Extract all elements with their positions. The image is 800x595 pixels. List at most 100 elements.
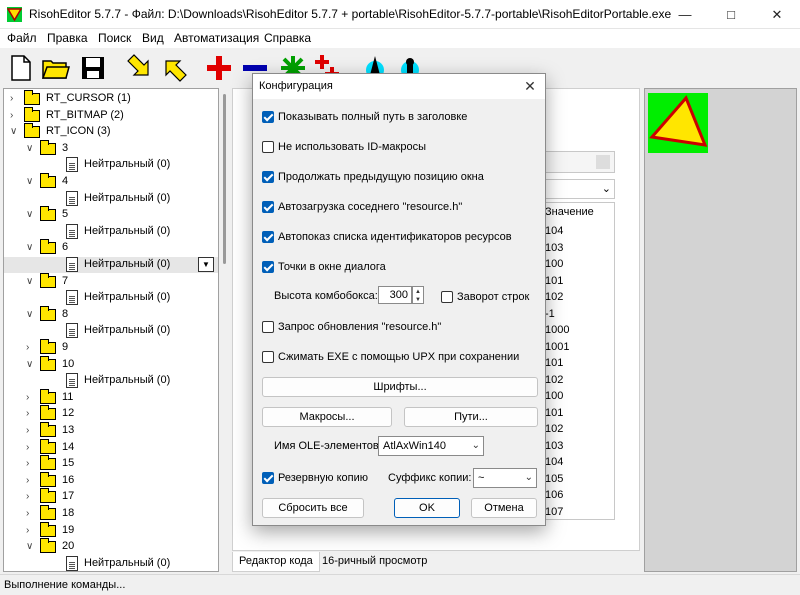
tree-item-folder[interactable]: ∨ 7: [4, 272, 218, 290]
tree-item-folder[interactable]: ∨ 4: [4, 173, 218, 190]
chevron-down-icon[interactable]: ∨: [26, 359, 36, 370]
combo-height-input[interactable]: 300: [378, 286, 412, 304]
tab-hex-view[interactable]: 16-ричный просмотр: [316, 552, 433, 572]
chevron-down-icon[interactable]: ∨: [26, 143, 36, 154]
chevron-right-icon[interactable]: ›: [26, 475, 36, 486]
combo-height-spinner[interactable]: ▲ ▼: [412, 286, 424, 304]
menu-automation[interactable]: Автоматизация: [174, 31, 259, 45]
tree-item-folder[interactable]: ∨ 3: [4, 139, 218, 157]
list-item-value[interactable]: 100: [545, 390, 563, 402]
save-disk-icon[interactable]: [78, 53, 108, 83]
chevron-right-icon[interactable]: ›: [26, 509, 36, 519]
menu-help[interactable]: Справка: [264, 31, 311, 45]
list-item-value[interactable]: 102: [545, 374, 563, 386]
list-item-value[interactable]: 103: [545, 242, 563, 254]
list-item-value[interactable]: -1: [545, 308, 555, 320]
reset-all-button[interactable]: Сбросить все: [262, 498, 364, 518]
tree-item-folder[interactable]: ∨ 20: [4, 538, 218, 555]
tree-item-folder[interactable]: › 16: [4, 471, 218, 489]
tree-item-folder[interactable]: › 14: [4, 438, 218, 456]
dialog-close-icon[interactable]: ✕: [519, 76, 541, 96]
chevron-right-icon[interactable]: ›: [26, 492, 36, 502]
menu-search[interactable]: Поиск: [98, 31, 131, 45]
list-item-value[interactable]: 104: [545, 225, 563, 237]
chevron-down-icon[interactable]: ▼: [198, 257, 214, 272]
cancel-button[interactable]: Отмена: [471, 498, 537, 518]
menu-file[interactable]: Файл: [7, 31, 37, 45]
tree-item-resource[interactable]: Нейтральный (0) ▼: [4, 257, 218, 273]
tree-item-folder[interactable]: › 18: [4, 505, 218, 522]
list-item-value[interactable]: 104: [545, 456, 563, 468]
checkbox-box[interactable]: [262, 171, 274, 183]
checkbox-box[interactable]: [262, 231, 274, 243]
checkbox-box[interactable]: [262, 321, 274, 333]
tree-item-resource[interactable]: Нейтральный (0): [4, 373, 218, 389]
tree-item-folder[interactable]: › 9: [4, 339, 218, 356]
tree-item-folder[interactable]: › RT_CURSOR (1): [4, 90, 218, 107]
list-item-value[interactable]: 107: [545, 506, 563, 518]
chevron-right-icon[interactable]: ›: [10, 110, 20, 121]
spin-up-icon[interactable]: ▲: [415, 289, 421, 295]
menu-edit[interactable]: Правка: [47, 31, 88, 45]
open-folder-icon[interactable]: [40, 53, 70, 83]
tree-scrollbar[interactable]: [220, 88, 230, 572]
chevron-right-icon[interactable]: ›: [26, 343, 36, 353]
chevron-right-icon[interactable]: ›: [26, 392, 36, 403]
add-red-plus-icon[interactable]: [204, 53, 234, 83]
list-item-value[interactable]: 101: [545, 275, 563, 287]
list-item-value[interactable]: 1000: [545, 324, 569, 336]
chevron-down-icon[interactable]: ∨: [10, 127, 20, 137]
tree-item-folder[interactable]: › 17: [4, 488, 218, 505]
tab-code-editor[interactable]: Редактор кода: [232, 552, 320, 572]
middle-toolbar-button[interactable]: [596, 155, 610, 169]
tree-item-folder[interactable]: ∨ 6: [4, 239, 218, 256]
chevron-down-icon[interactable]: ∨: [26, 210, 36, 220]
tree-item-resource[interactable]: Нейтральный (0): [4, 223, 218, 240]
tree-item-resource[interactable]: Нейтральный (0): [4, 555, 218, 571]
checkbox-box[interactable]: [262, 141, 274, 153]
list-item-value[interactable]: 1001: [545, 341, 569, 353]
tree-item-folder[interactable]: ∨ 5: [4, 206, 218, 223]
minimize-icon[interactable]: —: [662, 0, 708, 29]
list-item-value[interactable]: 103: [545, 440, 563, 452]
fonts-button[interactable]: Шрифты...: [262, 377, 538, 397]
list-item-value[interactable]: 101: [545, 357, 563, 369]
chevron-right-icon[interactable]: ›: [10, 94, 20, 104]
spin-down-icon[interactable]: ▼: [415, 297, 421, 303]
chevron-right-icon[interactable]: ›: [26, 442, 36, 453]
chevron-right-icon[interactable]: ›: [26, 459, 36, 469]
value-column-header[interactable]: Значение: [545, 206, 594, 218]
chevron-down-icon[interactable]: ∨: [26, 542, 36, 552]
checkbox-box[interactable]: [262, 261, 274, 273]
arrow-down-right-icon[interactable]: [124, 53, 154, 83]
ole-combo[interactable]: AtlAxWin140 ⌄: [378, 436, 484, 456]
chevron-down-icon[interactable]: ∨: [26, 243, 36, 253]
checkbox-box[interactable]: [441, 291, 453, 303]
tree-item-folder[interactable]: › RT_BITMAP (2): [4, 106, 218, 124]
chevron-right-icon[interactable]: ›: [26, 525, 36, 536]
checkbox-box[interactable]: [262, 111, 274, 123]
checkbox-box[interactable]: [262, 472, 274, 484]
tree-item-folder[interactable]: › 12: [4, 405, 218, 422]
checkbox-box[interactable]: [262, 201, 274, 213]
tree-item-folder[interactable]: › 11: [4, 388, 218, 406]
macros-button[interactable]: Макросы...: [262, 407, 392, 427]
list-item-value[interactable]: 102: [545, 423, 563, 435]
list-item-value[interactable]: 100: [545, 258, 563, 270]
tree-item-folder[interactable]: ∨ 10: [4, 355, 218, 373]
resource-tree[interactable]: › RT_CURSOR (1) › RT_BITMAP (2) ∨ RT_ICON (3)…: [3, 88, 219, 572]
chevron-right-icon[interactable]: ›: [26, 409, 36, 419]
ok-button[interactable]: OK: [394, 498, 460, 518]
chevron-down-icon[interactable]: ∨: [26, 177, 36, 187]
new-file-icon[interactable]: [6, 53, 36, 83]
checkbox-box[interactable]: [262, 351, 274, 363]
close-icon[interactable]: ✕: [754, 0, 800, 29]
chevron-down-icon[interactable]: ∨: [26, 276, 36, 287]
tree-item-folder[interactable]: ∨ 8: [4, 305, 218, 323]
tree-item-resource[interactable]: Нейтральный (0): [4, 190, 218, 207]
list-item-value[interactable]: 106: [545, 489, 563, 501]
tree-scrollbar-thumb[interactable]: [223, 94, 226, 264]
maximize-icon[interactable]: □: [708, 0, 754, 29]
tree-item-resource[interactable]: Нейтральный (0): [4, 157, 218, 173]
chevron-right-icon[interactable]: ›: [26, 426, 36, 436]
